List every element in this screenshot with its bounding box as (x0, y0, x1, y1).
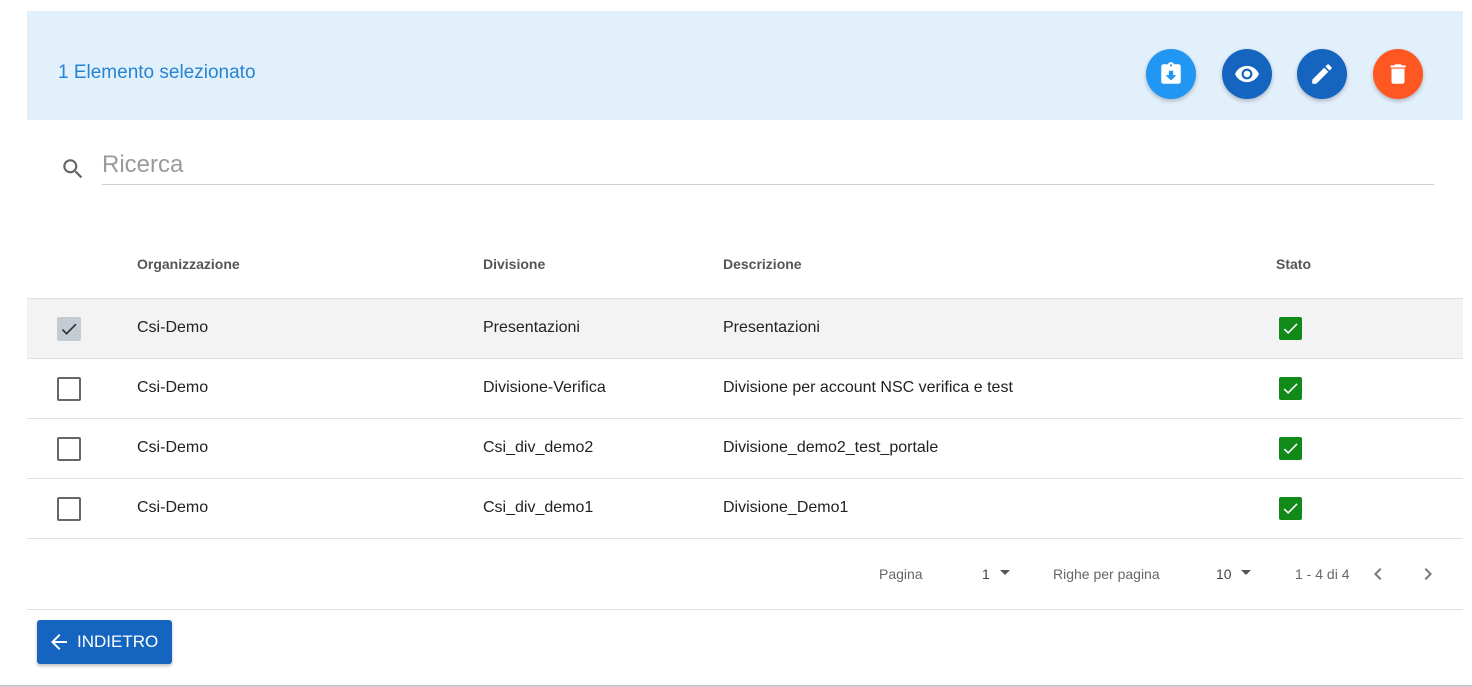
back-button-label: INDIETRO (77, 632, 159, 651)
search-bar (60, 150, 1434, 186)
check-icon (61, 323, 77, 335)
cell-descrizione: Divisione per account NSC verifica e tes… (723, 379, 1013, 396)
status-active-icon (1279, 437, 1302, 460)
column-header-organizzazione[interactable]: Organizzazione (137, 256, 240, 272)
pagination-page-label: Pagina (879, 566, 923, 582)
chevron-down-icon[interactable] (1241, 570, 1251, 575)
pencil-icon (1312, 64, 1332, 84)
status-active-icon (1279, 317, 1302, 340)
pagination-range: 1 - 4 di 4 (1295, 566, 1350, 582)
column-header-stato[interactable]: Stato (1276, 256, 1311, 272)
row-checkbox[interactable] (57, 497, 81, 521)
table-row[interactable]: Csi-Demo Divisione-Verifica Divisione pe… (27, 359, 1463, 419)
cell-organizzazione: Csi-Demo (137, 499, 209, 516)
chevron-right-icon (1424, 568, 1432, 580)
eye-icon (1235, 65, 1259, 83)
cell-divisione: Divisione-Verifica (483, 379, 606, 396)
status-active-icon (1279, 377, 1302, 400)
chevron-down-icon[interactable] (1000, 570, 1010, 575)
cell-descrizione: Presentazioni (723, 319, 820, 336)
previous-page-button[interactable] (1366, 562, 1390, 586)
table-row[interactable]: Csi-Demo Csi_div_demo1 Divisione_Demo1 (27, 479, 1463, 539)
rows-per-page-label: Righe per pagina (1053, 566, 1160, 582)
selection-toolbar: 1 Elemento selezionato (27, 11, 1463, 120)
row-checkbox[interactable] (57, 317, 81, 341)
column-header-divisione[interactable]: Divisione (483, 256, 545, 272)
cell-descrizione: Divisione_demo2_test_portale (723, 439, 939, 456)
page: 1 Elemento selezionato Organizzazione Di… (0, 0, 1472, 687)
row-checkbox[interactable] (57, 377, 81, 401)
export-button[interactable] (1146, 49, 1196, 99)
table-row[interactable]: Csi-Demo Csi_div_demo2 Divisione_demo2_t… (27, 419, 1463, 479)
table-row[interactable]: Csi-Demo Presentazioni Presentazioni (27, 299, 1463, 359)
column-header-descrizione[interactable]: Descrizione (723, 256, 802, 272)
cell-organizzazione: Csi-Demo (137, 439, 209, 456)
row-checkbox[interactable] (57, 437, 81, 461)
arrow-left-icon (51, 634, 67, 650)
chevron-left-icon (1374, 568, 1382, 580)
rows-per-page-select[interactable]: 10 (1216, 566, 1232, 582)
next-page-button[interactable] (1416, 562, 1440, 586)
cell-descrizione: Divisione_Demo1 (723, 499, 849, 516)
selection-count-text: 1 Elemento selezionato (58, 62, 256, 83)
cell-divisione: Csi_div_demo1 (483, 499, 594, 516)
cell-divisione: Csi_div_demo2 (483, 439, 594, 456)
delete-button[interactable] (1373, 49, 1423, 99)
back-button[interactable]: INDIETRO (37, 620, 172, 664)
edit-button[interactable] (1297, 49, 1347, 99)
divider (27, 609, 1463, 610)
view-button[interactable] (1222, 49, 1272, 99)
search-input[interactable] (102, 150, 1434, 185)
trash-icon (1390, 64, 1406, 84)
cell-divisione: Presentazioni (483, 319, 580, 336)
cell-organizzazione: Csi-Demo (137, 379, 209, 396)
cell-organizzazione: Csi-Demo (137, 319, 209, 336)
status-active-icon (1279, 497, 1302, 520)
clipboard-download-icon (1161, 62, 1181, 84)
page-select[interactable]: 1 (982, 566, 990, 582)
search-icon (60, 156, 86, 182)
